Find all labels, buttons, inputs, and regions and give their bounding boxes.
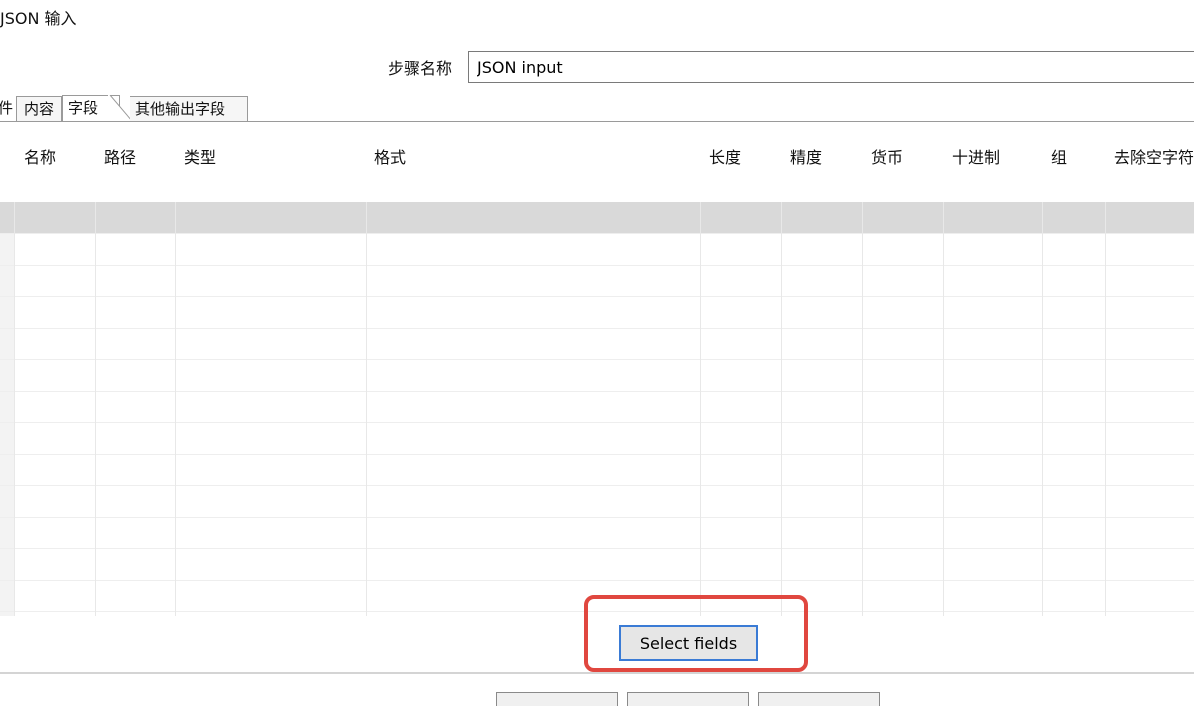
table-row-selected[interactable] [0, 202, 1194, 233]
tab-fields-edge [108, 95, 132, 121]
column-header-type[interactable]: 类型 [184, 144, 216, 168]
column-header-format[interactable]: 格式 [374, 144, 406, 168]
row-divider [0, 548, 1194, 549]
row-divider [0, 485, 1194, 486]
row-divider [0, 454, 1194, 455]
bottom-button-2[interactable] [627, 692, 749, 706]
column-header-decimal[interactable]: 十进制 [952, 144, 1000, 168]
column-header-group[interactable]: 组 [1051, 144, 1067, 168]
column-header-length[interactable]: 长度 [709, 144, 741, 168]
column-header-path[interactable]: 路径 [104, 144, 136, 168]
column-header-name[interactable]: 名称 [24, 144, 56, 168]
column-header-trim-type[interactable]: 去除空字符 [1114, 144, 1194, 168]
row-divider [0, 328, 1194, 329]
step-name-label: 步骤名称 [388, 59, 453, 78]
tab-bar-divider [0, 121, 1194, 122]
row-number-gutter [0, 172, 15, 616]
fields-table[interactable]: 名称 路径 类型 格式 长度 精度 货币 十进制 组 去除空字符 [0, 126, 1194, 616]
row-divider [0, 422, 1194, 423]
step-name-input[interactable] [468, 51, 1194, 83]
row-divider [0, 359, 1194, 360]
bottom-button-3[interactable] [758, 692, 880, 706]
row-divider [0, 391, 1194, 392]
tab-other-output-fields[interactable]: 其他输出字段 [130, 96, 248, 121]
bottom-button-1[interactable] [496, 692, 618, 706]
tab-file-cut[interactable]: 件 [0, 96, 16, 121]
table-header: 名称 路径 类型 格式 长度 精度 货币 十进制 组 去除空字符 [0, 126, 1194, 202]
column-header-currency[interactable]: 货币 [871, 144, 903, 168]
tab-content[interactable]: 内容 [16, 96, 62, 121]
row-divider [0, 517, 1194, 518]
row-divider [0, 580, 1194, 581]
row-divider [0, 233, 1194, 234]
row-divider [0, 265, 1194, 266]
window-title: JSON 输入 [0, 9, 77, 28]
row-divider [0, 296, 1194, 297]
bottom-divider [0, 672, 1194, 674]
column-header-precision[interactable]: 精度 [790, 144, 822, 168]
select-fields-button[interactable]: Select fields [619, 625, 758, 661]
